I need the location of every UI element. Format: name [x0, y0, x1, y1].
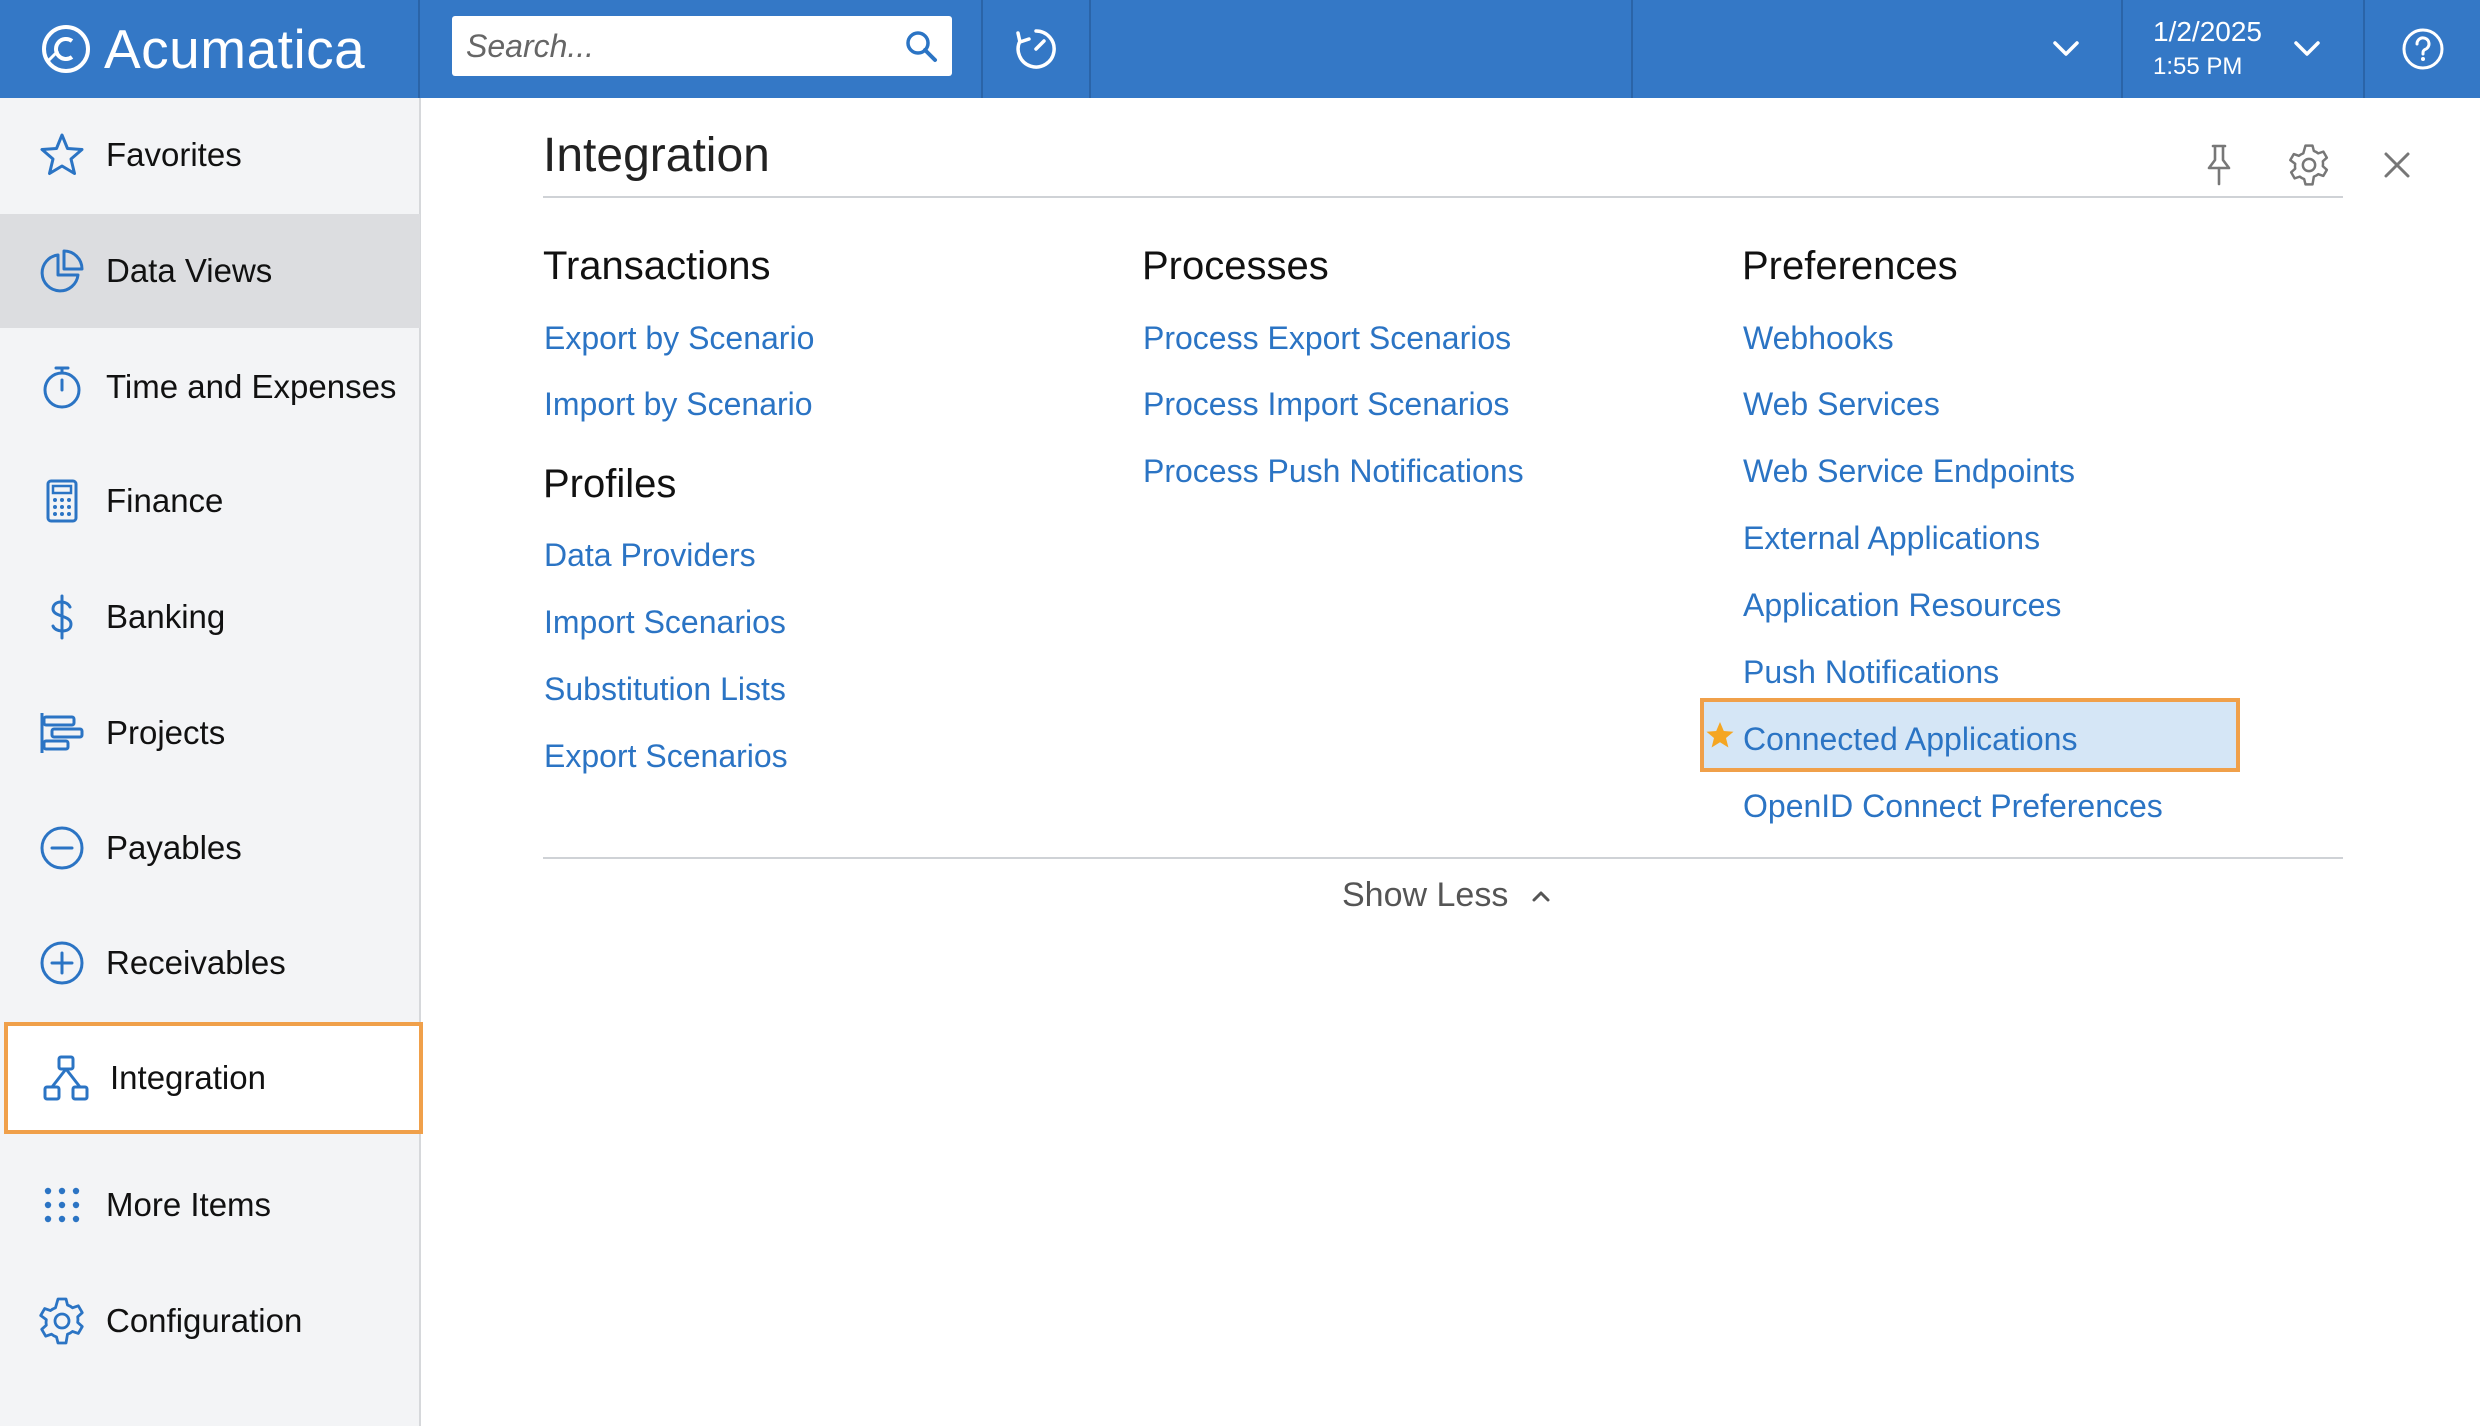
sidebar-item-more-items[interactable]: More Items — [0, 1148, 420, 1262]
link-web-services[interactable]: Web Services — [1743, 386, 1940, 423]
link-export-by-scenario[interactable]: Export by Scenario — [544, 320, 814, 357]
link-data-providers[interactable]: Data Providers — [544, 537, 756, 574]
sidebar-item-label: Data Views — [106, 252, 273, 289]
pin-button[interactable] — [2194, 140, 2244, 190]
sidebar-item-label: Receivables — [106, 944, 286, 981]
sidebar-item-finance[interactable]: Finance — [0, 444, 420, 558]
pin-icon — [2207, 144, 2231, 186]
show-less-label: Show Less — [1342, 876, 1509, 914]
sidebar-item-label: Payables — [106, 829, 242, 866]
acumatica-logo-icon — [42, 25, 90, 73]
sidebar-item-payables[interactable]: Payables — [0, 791, 420, 905]
link-application-resources[interactable]: Application Resources — [1743, 587, 2061, 624]
gear-icon — [2289, 144, 2329, 186]
chevron-up-icon — [1532, 891, 1550, 901]
company-selector[interactable] — [1633, 0, 2121, 98]
link-web-service-endpoints[interactable]: Web Service Endpoints — [1743, 453, 2075, 490]
sidebar-item-banking[interactable]: Banking — [0, 560, 420, 674]
sidebar-item-label: More Items — [106, 1186, 272, 1223]
grid-dots-icon — [36, 1179, 88, 1231]
sidebar-item-integration[interactable]: Integration — [4, 1022, 423, 1134]
link-process-export-scenarios[interactable]: Process Export Scenarios — [1143, 320, 1511, 357]
divider — [543, 857, 2343, 859]
minus-circle-icon — [36, 822, 88, 874]
sidebar-item-label: Configuration — [106, 1302, 303, 1339]
sidebar-item-data-views[interactable]: Data Views — [0, 214, 420, 328]
sidebar-item-projects[interactable]: Projects — [0, 676, 420, 790]
logo-text: Acumatica — [104, 18, 366, 80]
link-import-by-scenario[interactable]: Import by Scenario — [544, 386, 813, 423]
business-date-selector[interactable]: 1/2/2025 1:55 PM — [2123, 0, 2363, 98]
sidebar-item-label: Projects — [106, 714, 226, 751]
link-webhooks[interactable]: Webhooks — [1743, 320, 1894, 357]
sidebar-item-favorites[interactable]: Favorites — [0, 98, 420, 212]
sidebar-item-configuration[interactable]: Configuration — [0, 1264, 420, 1378]
logo[interactable]: Acumatica — [0, 0, 420, 98]
sidebar-item-label: Banking — [106, 598, 226, 635]
gantt-icon — [36, 707, 88, 759]
dollar-icon — [36, 591, 88, 643]
link-process-push-notifications[interactable]: Process Push Notifications — [1143, 453, 1524, 490]
group-title-processes: Processes — [1142, 244, 1329, 288]
group-title-profiles: Profiles — [543, 462, 677, 506]
recent-history-button[interactable] — [983, 0, 1089, 98]
top-bar: Acumatica 1/2/2025 1:55 PM — [0, 0, 2480, 98]
link-process-import-scenarios[interactable]: Process Import Scenarios — [1143, 386, 1509, 423]
link-openid-connect-preferences[interactable]: OpenID Connect Preferences — [1743, 788, 2163, 825]
chevron-down-icon — [2294, 41, 2320, 56]
favorite-star-icon[interactable] — [1705, 720, 1735, 750]
close-button[interactable] — [2372, 140, 2422, 190]
sidebar-item-label: Finance — [106, 482, 224, 519]
close-icon — [2384, 152, 2410, 178]
sidebar-item-label: Time and Expenses — [106, 368, 397, 405]
help-button[interactable] — [2365, 0, 2480, 98]
settings-button[interactable] — [2284, 140, 2334, 190]
plus-circle-icon — [36, 937, 88, 989]
divider — [1089, 0, 1091, 98]
help-icon — [2402, 28, 2443, 70]
hierarchy-icon — [40, 1052, 92, 1104]
history-icon — [1016, 29, 1056, 69]
link-external-applications[interactable]: External Applications — [1743, 520, 2040, 557]
sidebar-item-receivables[interactable]: Receivables — [0, 906, 420, 1020]
divider — [543, 196, 2343, 198]
page-title: Integration — [543, 129, 770, 182]
search-icon[interactable] — [896, 21, 946, 71]
link-export-scenarios[interactable]: Export Scenarios — [544, 738, 788, 775]
sidebar-item-label: Integration — [110, 1059, 266, 1096]
pie-chart-icon — [36, 245, 88, 297]
group-title-transactions: Transactions — [543, 244, 771, 288]
link-connected-applications[interactable]: Connected Applications — [1743, 721, 2077, 758]
search-input[interactable] — [452, 16, 896, 76]
sidebar: Favorites Data Views Time and Expenses F… — [0, 98, 423, 1426]
integration-panel: Integration Transactions Export by Scena… — [421, 98, 2480, 1426]
link-substitution-lists[interactable]: Substitution Lists — [544, 671, 786, 708]
stopwatch-icon — [36, 361, 88, 413]
show-less-button[interactable]: Show Less — [1342, 876, 1552, 915]
business-date: 1/2/2025 — [2153, 16, 2262, 47]
calculator-icon — [36, 475, 88, 527]
sidebar-item-label: Favorites — [106, 136, 242, 173]
link-push-notifications[interactable]: Push Notifications — [1743, 654, 1999, 691]
search-box — [452, 16, 952, 76]
gear-icon — [36, 1295, 88, 1347]
chevron-down-icon — [2053, 41, 2079, 56]
star-icon — [36, 129, 88, 181]
business-time: 1:55 PM — [2153, 53, 2243, 80]
sidebar-item-time-and-expenses[interactable]: Time and Expenses — [0, 330, 420, 444]
link-import-scenarios[interactable]: Import Scenarios — [544, 604, 786, 641]
group-title-preferences: Preferences — [1742, 244, 1958, 288]
